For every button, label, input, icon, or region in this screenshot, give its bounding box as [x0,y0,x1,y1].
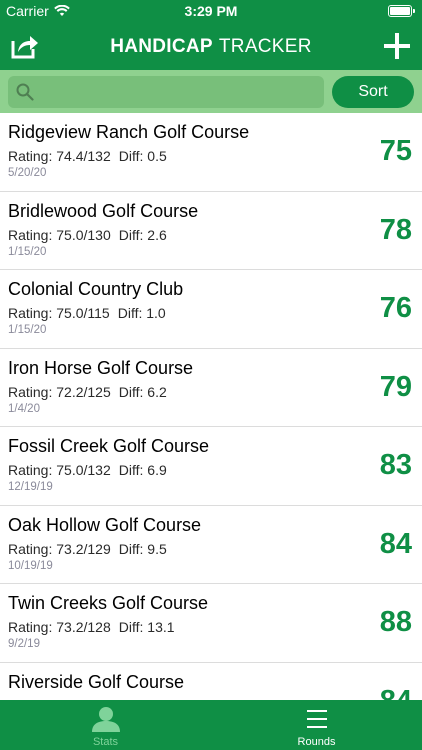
plus-icon[interactable] [384,33,410,59]
title-tracker: TRACKER [218,36,312,57]
round-score: 84 [379,527,412,560]
course-name: Iron Horse Golf Course [8,357,194,378]
round-date: 1/15/20 [8,245,47,258]
tab-stats[interactable]: Stats [0,700,211,750]
diff-text: Diff: 6.9 [118,462,167,478]
round-date: 12/19/19 [8,481,53,493]
battery-icon [388,5,415,17]
diff-text: Diff: 1.0 [117,305,166,321]
status-bar: Carrier 3:29 PM [0,0,422,22]
course-name: Twin Creeks Golf Course [8,593,209,613]
round-score: 76 [379,292,412,324]
sort-button[interactable]: Sort [332,76,414,108]
diff-text: Diff: 13.1 [118,619,175,635]
round-meta: Rating: 74.4/132 Diff: 0.5 [8,148,167,164]
round-score: 88 [379,606,412,638]
diff-text: Diff: 6.2 [118,383,167,400]
list-item[interactable]: Colonial Country Club Rating: 75.0/115 Di… [0,270,422,349]
course-name: Colonial Country Club [8,279,184,299]
course-name: Fossil Creek Golf Course [8,436,210,456]
diff-text: Diff: 0.5 [118,148,167,164]
round-meta: Rating: 75.0/115 Diff: 1.0 [8,305,166,321]
round-date: 5/20/20 [8,167,47,179]
status-time: 3:29 PM [184,3,238,19]
list-item[interactable]: Ridgeview Ranch Golf Course Rating: 74.4… [0,113,422,192]
tab-rounds-label: Rounds [297,736,336,748]
list-icon [306,710,327,728]
person-icon [91,707,120,732]
round-date: 1/15/20 [8,324,47,336]
course-name: Riverside Golf Course [8,671,185,692]
round-meta: Rating: 75.0/130 Diff: 2.6 [8,227,167,243]
title-handicap: HANDICAP [110,36,213,57]
diff-text: Diff: 9.5 [118,540,167,557]
tab-bar: Stats Rounds [0,700,422,750]
list-item[interactable]: Iron Horse Golf Course Rating: 72.2/125 D… [0,349,422,427]
rating-text: Rating: 72.2/125 [8,383,111,400]
list-item[interactable]: Riverside Golf Course 84 [0,663,422,701]
round-meta: Rating: 73.2/128 Diff: 13.1 [8,619,175,635]
diff-text: Diff: 2.6 [118,226,167,243]
list-item[interactable]: Twin Creeks Golf Course Rating: 73.2/128… [0,584,422,663]
list-item[interactable]: Oak Hollow Golf Course Rating: 73.2/129 D… [0,506,422,584]
round-score: 79 [379,370,412,403]
round-meta: Rating: 72.2/125 Diff: 6.2 [8,384,167,400]
round-date: 10/19/19 [8,559,53,572]
rating-text: Rating: 75.0/130 [8,226,111,243]
search-bar: Sort [0,70,422,113]
list-item[interactable]: Bridlewood Golf Course Rating: 75.0/130 D… [0,192,422,270]
round-meta: Rating: 73.2/129 Diff: 9.5 [8,541,167,557]
round-date: 9/2/19 [8,638,40,650]
nav-bar: HANDICAP TRACKER [0,22,422,70]
tab-stats-label: Stats [92,736,119,748]
round-date: 1/4/20 [8,402,40,415]
rating-text: Rating: 75.0/115 [8,305,110,321]
rating-text: Rating: 73.2/129 [8,540,111,557]
course-name: Bridlewood Golf Course [8,200,199,221]
list-item[interactable]: Fossil Creek Golf Course Rating: 75.0/13… [0,427,422,506]
page-title: HANDICAP TRACKER [0,36,422,58]
round-meta: Rating: 75.0/132 Diff: 6.9 [8,462,167,478]
search-input[interactable] [40,76,320,108]
course-name: Ridgeview Ranch Golf Course [8,122,250,142]
round-score: 75 [379,135,412,167]
round-score: 84 [380,685,412,701]
search-field[interactable] [8,76,324,108]
rating-text: Rating: 74.4/132 [8,148,111,164]
round-score: 78 [379,213,412,246]
rating-text: Rating: 75.0/132 [8,462,111,478]
search-icon [16,83,34,101]
rating-text: Rating: 73.2/128 [8,619,111,635]
rounds-list: Ridgeview Ranch Golf Course Rating: 74.4… [0,113,422,700]
tab-rounds[interactable]: Rounds [211,700,422,750]
round-score: 83 [379,449,412,481]
course-name: Oak Hollow Golf Course [8,514,202,535]
